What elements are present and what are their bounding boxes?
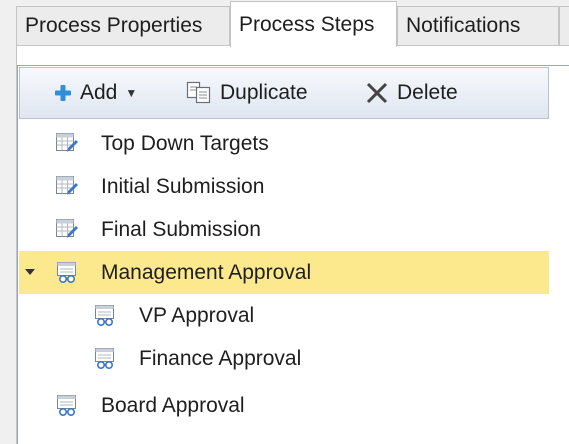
tree-item-vp-approval[interactable]: VP Approval [19,294,549,337]
tree-item-label: Top Down Targets [101,132,269,155]
form-edit-icon [55,131,79,155]
tab-strip: Process Properties Process Steps Notific… [0,0,569,47]
tree-item-management-approval[interactable]: Management Approval [19,251,549,294]
tree-item-label: VP Approval [139,304,255,327]
process-steps-panel: Add ▼ Duplicate Delete Top Down Targets … [16,45,569,444]
tree-item-label: Final Submission [101,218,261,241]
plus-icon [54,84,72,102]
tab-process-steps[interactable]: Process Steps [230,1,397,47]
form-edit-icon [55,217,79,241]
close-icon [365,81,389,105]
chevron-down-icon: ▼ [125,86,138,100]
duplicate-icon [186,81,212,105]
tree-item-board-approval[interactable]: Board Approval [19,384,549,427]
tree-item-top-down-targets[interactable]: Top Down Targets [19,122,549,165]
approval-review-icon [93,346,117,370]
expand-arrow-icon[interactable] [23,265,37,279]
approval-review-icon [55,393,79,417]
tab-overflow[interactable] [559,6,569,46]
tab-process-properties[interactable]: Process Properties [16,6,230,46]
add-button-label: Add [80,81,118,104]
tree-item-label: Management Approval [101,261,312,284]
tree-item-finance-approval[interactable]: Finance Approval [19,337,549,380]
steps-tree-container: Add ▼ Duplicate Delete Top Down Targets … [17,65,569,444]
tab-process-steps-label: Process Steps [239,13,375,36]
tab-notifications-label: Notifications [406,14,521,37]
tree-item-final-submission[interactable]: Final Submission [19,208,549,251]
tree-item-label: Finance Approval [139,347,302,370]
tree-item-label: Board Approval [101,394,245,417]
approval-review-icon [93,303,117,327]
form-edit-icon [55,174,79,198]
tree-item-initial-submission[interactable]: Initial Submission [19,165,549,208]
duplicate-button[interactable]: Duplicate [186,68,308,118]
tab-process-properties-label: Process Properties [25,14,203,37]
steps-toolbar: Add ▼ Duplicate Delete [19,67,549,119]
tab-notifications[interactable]: Notifications [397,6,559,46]
delete-button-label: Delete [397,81,458,104]
approval-review-icon [55,260,79,284]
add-button[interactable]: Add ▼ [54,68,137,118]
tree-item-label: Initial Submission [101,175,265,198]
delete-button[interactable]: Delete [365,68,458,118]
duplicate-button-label: Duplicate [220,81,308,104]
